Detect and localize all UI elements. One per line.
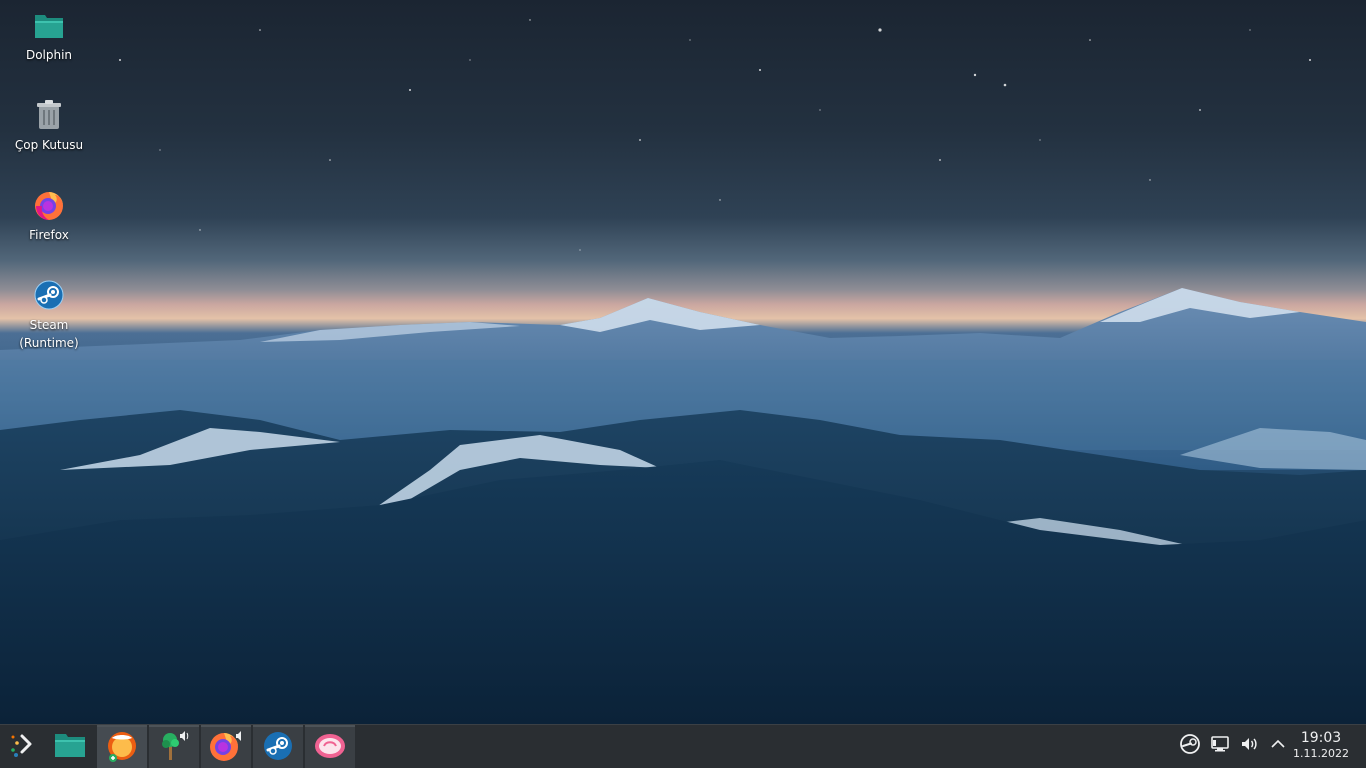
- desktop-icon-label: Çop Kutusu: [14, 138, 84, 152]
- wallpaper-landscape: [0, 19, 1366, 724]
- task-discover[interactable]: [97, 725, 147, 768]
- dolphin-folder-icon: [54, 731, 86, 763]
- desktop-icon-label: Steam (Runtime): [19, 318, 79, 350]
- volume-icon: [1239, 734, 1259, 758]
- tray-volume[interactable]: [1238, 735, 1260, 757]
- application-launcher[interactable]: [0, 725, 44, 768]
- tray-network[interactable]: [1209, 735, 1231, 757]
- task-dolphin[interactable]: [46, 725, 94, 768]
- desktop-icon-trash[interactable]: Çop Kutusu: [0, 98, 98, 154]
- steam-tray-icon: [1180, 734, 1200, 758]
- desktop-icon-steam[interactable]: Steam (Runtime): [0, 278, 98, 352]
- steam-icon: [32, 278, 66, 312]
- desktop-icon-dolphin[interactable]: Dolphin: [0, 8, 98, 64]
- trash-icon: [32, 98, 66, 132]
- plasma-launcher-icon: [8, 731, 36, 763]
- folder-icon: [32, 8, 66, 42]
- firefox-icon: [209, 730, 243, 766]
- desktop-icon-firefox[interactable]: Firefox: [0, 188, 98, 244]
- clock-time: 19:03: [1300, 730, 1342, 746]
- stars: [119, 19, 1311, 251]
- taskbar: 19:03 1.11.2022: [0, 724, 1366, 768]
- task-steam[interactable]: [253, 725, 303, 768]
- desktop-icon-label: Dolphin: [25, 48, 73, 62]
- task-ktorrent[interactable]: [149, 725, 199, 768]
- clock-date: 1.11.2022: [1293, 747, 1349, 760]
- desktop-wallpaper: Dolphin Çop Kutusu Firefox Steam (Runtim…: [0, 0, 1366, 724]
- desktop-icon-label: Firefox: [29, 228, 69, 242]
- digital-clock[interactable]: 19:03 1.11.2022: [1284, 729, 1358, 761]
- steam-icon: [263, 731, 293, 765]
- task-pink-app[interactable]: [305, 725, 355, 768]
- tray-steam[interactable]: [1179, 734, 1201, 758]
- pink-app-icon: [314, 732, 346, 764]
- network-icon: [1210, 734, 1230, 758]
- ktorrent-tree-icon: [158, 730, 190, 766]
- discover-store-icon: [106, 730, 138, 766]
- firefox-icon: [32, 188, 66, 222]
- task-firefox[interactable]: [201, 725, 251, 768]
